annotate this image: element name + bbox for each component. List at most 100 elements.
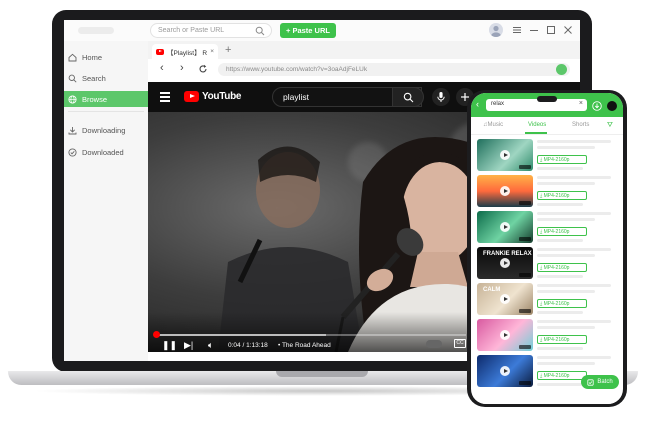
youtube-favicon-icon <box>156 48 164 55</box>
hamburger-icon[interactable] <box>160 92 170 104</box>
captions-icon[interactable]: CC <box>454 339 466 348</box>
app-top-bar: Search or Paste URL + Paste URL <box>64 20 580 41</box>
url-field[interactable]: https://www.youtube.com/watch?v=3oaAdjFe… <box>218 63 570 76</box>
title-placeholder <box>537 146 595 149</box>
sidebar-item-search[interactable]: Search <box>64 70 148 86</box>
title-placeholder <box>537 182 595 185</box>
download-icon[interactable] <box>556 64 567 75</box>
youtube-logo-text: YouTube <box>202 91 242 102</box>
search-icon[interactable] <box>255 26 265 36</box>
format-select[interactable]: ⤓ MP4-2160p <box>537 155 587 164</box>
avatar[interactable] <box>607 101 617 111</box>
video-thumbnail[interactable] <box>477 175 533 207</box>
autoplay-toggle[interactable] <box>426 340 442 348</box>
youtube-search-button[interactable] <box>392 87 424 107</box>
sidebar-item-downloaded[interactable]: Downloaded <box>64 144 148 160</box>
globe-icon <box>68 94 77 104</box>
download-icon[interactable] <box>592 101 602 111</box>
download-icon: ⤓ <box>540 373 543 379</box>
video-thumbnail[interactable] <box>477 139 533 171</box>
download-icon: ⤓ <box>540 301 543 307</box>
clear-icon[interactable]: × <box>579 100 583 107</box>
video-chapter[interactable]: • The Road Ahead <box>278 342 331 349</box>
download-icon: ⤓ <box>540 157 543 163</box>
sidebar-item-label: Browse <box>82 94 108 104</box>
list-item[interactable]: FRANKIE RELAX ⤓ MP4-2160p <box>477 247 617 279</box>
tab-music[interactable]: ♫Music <box>483 122 503 128</box>
progress-bar[interactable] <box>152 331 466 338</box>
minimize-icon[interactable] <box>528 24 540 36</box>
title-placeholder <box>537 218 595 221</box>
search-input[interactable]: Search or Paste URL <box>150 23 272 38</box>
format-select[interactable]: ⤓ MP4-2160p <box>537 299 587 308</box>
play-icon <box>500 186 510 196</box>
filter-icon[interactable]: ⛛ <box>607 122 613 130</box>
tab-videos[interactable]: Videos <box>528 122 546 128</box>
play-icon <box>500 294 510 304</box>
format-label: MP4-2160p <box>543 301 570 307</box>
format-select[interactable]: ⤓ MP4-2160p <box>537 191 587 200</box>
sidebar-item-downloading[interactable]: Downloading <box>64 122 148 138</box>
title-placeholder <box>537 254 595 257</box>
title-placeholder <box>537 140 611 143</box>
video-thumbnail[interactable]: FRANKIE RELAX <box>477 247 533 279</box>
video-thumbnail[interactable] <box>477 211 533 243</box>
download-icon: ⤓ <box>540 229 543 235</box>
format-select[interactable]: ⤓ MP4-2160p <box>537 335 587 344</box>
video-thumbnail[interactable]: CALM <box>477 283 533 315</box>
buffered-bar <box>154 334 326 336</box>
check-circle-icon <box>68 147 77 157</box>
pause-icon[interactable]: ❚❚ <box>162 340 177 351</box>
duration-badge <box>519 273 531 277</box>
sidebar-divider <box>68 111 144 112</box>
play-icon <box>500 330 510 340</box>
meta-placeholder <box>537 167 583 170</box>
title-placeholder <box>537 248 611 251</box>
volume-icon[interactable]: 🔈︎ <box>208 340 213 351</box>
close-icon[interactable] <box>562 24 574 36</box>
list-item[interactable]: ⤓ MP4-2160p <box>477 319 617 351</box>
format-label: MP4-2160p <box>543 373 570 379</box>
tab-close-icon[interactable]: × <box>210 48 214 55</box>
list-item[interactable]: ⤓ MP4-2160p <box>477 139 617 171</box>
browser-tab-bar: 【Playlist】 R × + <box>148 41 580 59</box>
video-time: 0:04 / 1:13:18 <box>228 342 268 349</box>
progress-scrubber[interactable] <box>152 331 160 338</box>
format-select[interactable]: ⤓ MP4-2160p <box>537 263 587 272</box>
avatar[interactable] <box>489 23 503 37</box>
tab-playlist[interactable]: 【Playlist】 R × <box>152 44 218 59</box>
duration-badge <box>519 165 531 169</box>
youtube-logo[interactable]: YouTube <box>184 91 242 102</box>
meta-placeholder <box>537 383 583 386</box>
menu-icon[interactable] <box>511 24 523 36</box>
list-item[interactable]: CALM ⤓ MP4-2160p <box>477 283 617 315</box>
back-icon[interactable]: ‹ <box>476 99 479 109</box>
tab-shorts[interactable]: Shorts <box>572 122 589 128</box>
sidebar-item-label: Downloading <box>82 125 126 135</box>
download-icon: ⤓ <box>540 337 543 343</box>
phone-search-value: relax <box>491 101 505 107</box>
new-tab-button[interactable]: + <box>225 44 231 56</box>
tab-label: Music <box>487 122 504 128</box>
mic-icon[interactable] <box>432 88 450 106</box>
batch-button[interactable]: Batch <box>581 375 619 389</box>
next-icon[interactable]: ▶| <box>184 340 193 351</box>
back-icon[interactable]: ‹ <box>160 62 164 74</box>
phone-search-input[interactable]: relax × <box>486 99 587 111</box>
forward-icon[interactable]: › <box>180 62 184 74</box>
sidebar: Home Search Browse Downloading Downloade… <box>64 41 148 361</box>
title-placeholder <box>537 356 611 359</box>
sidebar-item-home[interactable]: Home <box>64 49 148 65</box>
sidebar-item-browse[interactable]: Browse <box>64 91 148 107</box>
maximize-icon[interactable] <box>545 24 557 36</box>
list-item[interactable]: ⤓ MP4-2160p <box>477 211 617 243</box>
video-thumbnail[interactable] <box>477 319 533 351</box>
sidebar-item-label: Home <box>82 52 103 62</box>
format-label: MP4-2160p <box>543 193 570 199</box>
format-select[interactable]: ⤓ MP4-2160p <box>537 227 587 236</box>
list-item[interactable]: ⤓ MP4-2160p <box>477 175 617 207</box>
video-thumbnail[interactable] <box>477 355 533 387</box>
reload-icon[interactable] <box>198 64 208 74</box>
paste-url-button[interactable]: + Paste URL <box>280 23 336 38</box>
format-select[interactable]: ⤓ MP4-2160p <box>537 371 587 380</box>
